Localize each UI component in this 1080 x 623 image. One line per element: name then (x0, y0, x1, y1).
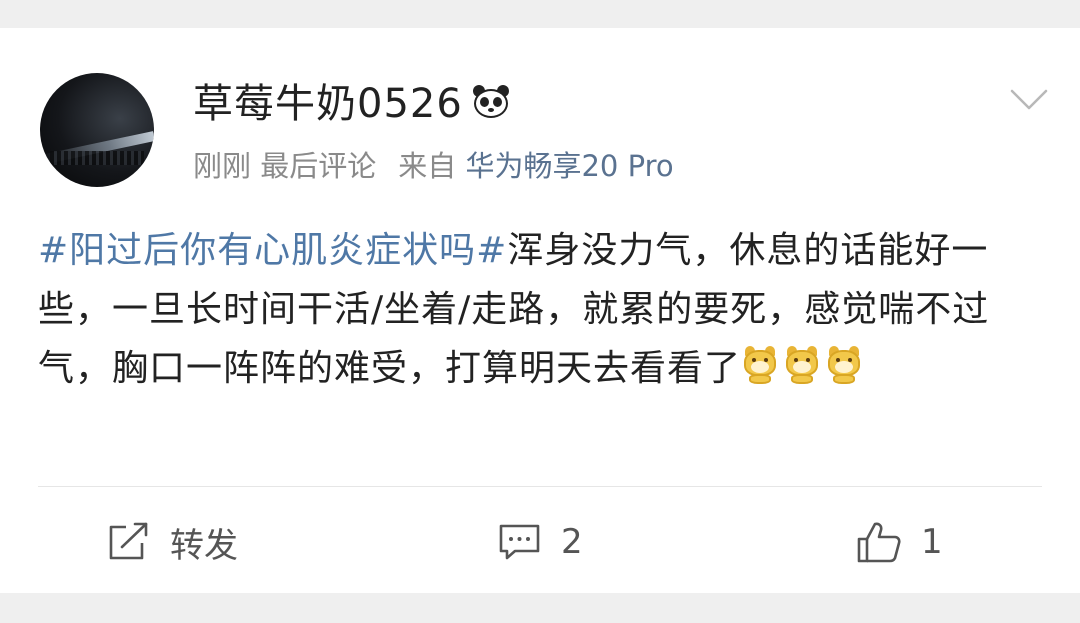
post-time: 刚刚 (193, 149, 252, 183)
thumbs-up-icon (857, 522, 901, 563)
emoji-group (741, 346, 867, 389)
topic-hashtag[interactable]: #阳过后你有心肌炎症状吗# (38, 230, 507, 271)
source-prefix: 来自 (398, 149, 457, 183)
comment-icon (499, 524, 540, 560)
post-card: 草莓牛奶0526 刚刚 最后评论 来自 华为畅享20 Pro #阳过后你有心肌炎症… (0, 28, 1080, 593)
like-count: 1 (921, 522, 943, 562)
dog-sticker-emoji (783, 346, 821, 386)
chevron-down-icon[interactable] (1010, 88, 1048, 112)
last-comment-label: 最后评论 (260, 149, 377, 183)
avatar[interactable] (40, 73, 154, 187)
like-button[interactable]: 1 (855, 516, 943, 568)
comment-button[interactable]: 2 (497, 516, 583, 568)
dog-sticker-emoji (741, 346, 779, 386)
dog-sticker-emoji (825, 346, 863, 386)
repost-icon (109, 522, 148, 560)
post-meta: 刚刚 最后评论 来自 华为畅享20 Pro (193, 146, 674, 186)
username-row: 草莓牛奶0526 (193, 80, 511, 128)
username[interactable]: 草莓牛奶0526 (193, 81, 463, 127)
comment-count: 2 (561, 522, 583, 562)
source-device[interactable]: 华为畅享20 Pro (465, 149, 673, 183)
repost-button[interactable]: 转发 (106, 516, 238, 568)
divider (38, 486, 1042, 487)
panda-icon (471, 85, 511, 119)
post-content: #阳过后你有心肌炎症状吗#浑身没力气，休息的话能好一些，一旦长时间干活/坐着/走… (38, 221, 1048, 398)
avatar-crowd (50, 151, 144, 165)
repost-label: 转发 (170, 525, 238, 566)
